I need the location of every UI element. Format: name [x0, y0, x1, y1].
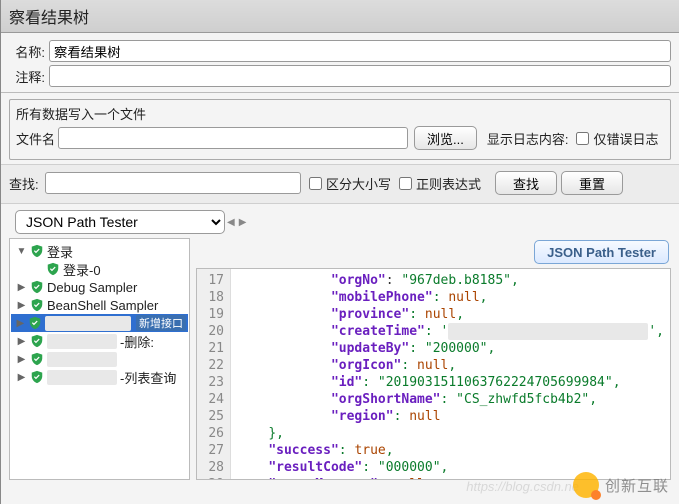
disclosure-icon[interactable]: ▼: [16, 246, 27, 257]
file-output-heading: 所有数据写入一个文件: [16, 104, 664, 123]
node-suffix: -列表查询: [120, 368, 176, 387]
node-suffix: -删除:: [120, 332, 154, 351]
status-shield-icon: [30, 334, 44, 348]
node-badge: 新增接口: [136, 315, 186, 331]
node-label-redacted: .: [47, 334, 117, 349]
status-shield-icon: [30, 370, 44, 384]
browse-button[interactable]: 浏览...: [414, 126, 477, 150]
splitter-right-icon[interactable]: ▶: [239, 217, 247, 228]
line-gutter: 17 18 19 20 21 22 23 24 25 26 27 28 29 3…: [197, 269, 231, 479]
disclosure-icon[interactable]: ▶: [16, 354, 27, 365]
tree-node[interactable]: ▼ 登录: [11, 242, 188, 260]
watermark: 创新互联: [573, 472, 669, 498]
json-path-tester-button[interactable]: JSON Path Tester: [534, 240, 669, 264]
disclosure-icon[interactable]: ▶: [16, 318, 25, 329]
only-errors-label: 仅错误日志: [593, 129, 658, 148]
node-label: 登录: [47, 242, 73, 261]
results-tree[interactable]: ▼登录登录-0▶Debug Sampler▶BeanShell Sampler▶…: [9, 238, 190, 480]
response-code-viewer[interactable]: 17 18 19 20 21 22 23 24 25 26 27 28 29 3…: [196, 268, 671, 480]
tree-node[interactable]: ▶ BeanShell Sampler: [11, 296, 188, 314]
watermark-logo-icon: [573, 472, 599, 498]
case-sensitive-checkbox[interactable]: 区分大小写: [309, 174, 391, 193]
tree-node[interactable]: ▶ Debug Sampler: [11, 278, 188, 296]
name-label: 名称:: [9, 42, 45, 61]
search-label: 查找:: [9, 174, 45, 193]
regex-label: 正则表达式: [416, 174, 481, 193]
status-shield-icon: [30, 352, 44, 366]
node-label: BeanShell Sampler: [47, 298, 158, 313]
disclosure-icon[interactable]: ▶: [16, 300, 27, 311]
tree-node[interactable]: ▶.-列表查询: [11, 368, 188, 386]
case-sensitive-label: 区分大小写: [326, 174, 391, 193]
search-button[interactable]: 查找: [495, 171, 557, 195]
node-label: Debug Sampler: [47, 280, 137, 295]
status-shield-icon: [46, 262, 60, 276]
splitter-left-icon[interactable]: ◀: [227, 217, 235, 228]
name-input[interactable]: [49, 40, 671, 62]
regex-checkbox[interactable]: 正则表达式: [399, 174, 481, 193]
filename-label: 文件名: [16, 129, 58, 148]
disclosure-icon[interactable]: ▶: [16, 282, 27, 293]
filename-input[interactable]: [58, 127, 408, 149]
log-content-label: 显示日志内容:: [487, 129, 569, 148]
comment-input[interactable]: [49, 65, 671, 87]
status-shield-icon: [30, 280, 44, 294]
file-output-panel: 所有数据写入一个文件 文件名 浏览... 显示日志内容: 仅错误日志: [9, 99, 671, 160]
reset-button[interactable]: 重置: [561, 171, 623, 195]
status-shield-icon: [30, 298, 44, 312]
window-title: 察看结果树: [1, 0, 679, 33]
status-shield-icon: [28, 316, 42, 330]
tree-node[interactable]: 登录-0: [11, 260, 188, 278]
watermark-text: 创新互联: [605, 475, 669, 496]
render-select[interactable]: JSON Path Tester: [15, 210, 225, 234]
node-label: 登录-0: [63, 260, 101, 279]
tree-node[interactable]: ▶.: [11, 350, 188, 368]
only-errors-checkbox[interactable]: 仅错误日志: [576, 129, 658, 148]
status-shield-icon: [30, 244, 44, 258]
comment-label: 注释:: [9, 67, 45, 86]
tree-node[interactable]: ▶.-删除:: [11, 332, 188, 350]
disclosure-icon[interactable]: ▶: [16, 372, 27, 383]
search-input[interactable]: [45, 172, 301, 194]
node-label-redacted: .: [47, 352, 117, 367]
node-label-redacted: .: [45, 316, 131, 331]
node-label-redacted: .: [47, 370, 117, 385]
code-text[interactable]: "orgNo": "967deb.b8185", "mobilePhone": …: [231, 269, 670, 479]
tree-node[interactable]: ▶. 新增接口: [11, 314, 188, 332]
disclosure-icon[interactable]: ▶: [16, 336, 27, 347]
